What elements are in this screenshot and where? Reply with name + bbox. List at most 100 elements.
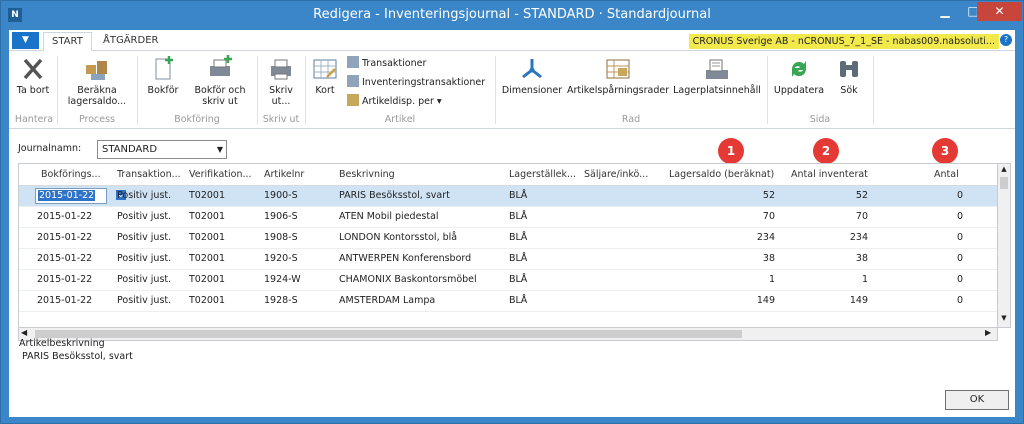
table-row[interactable]: 2015-01-22 Positiv just. T02001 1928-S A… — [19, 291, 997, 312]
card-button[interactable]: Kort — [309, 55, 341, 96]
item-availability-icon — [347, 94, 359, 106]
posting-date-value: 2015-01-22 — [38, 190, 96, 201]
print-button[interactable]: Skriv ut... — [261, 55, 301, 107]
vertical-scrollbar[interactable]: ▲ ▼ — [997, 163, 1011, 328]
scroll-left-icon[interactable]: ◀ — [21, 328, 27, 337]
dimensions-button[interactable]: Dimensioner — [499, 55, 565, 96]
find-label: Sök — [840, 85, 858, 96]
dimensions-icon — [522, 59, 542, 79]
column-header-description[interactable]: Beskrivning — [339, 169, 395, 180]
minimize-button[interactable]: ▁ — [931, 2, 959, 21]
find-button[interactable]: Sök — [831, 55, 867, 96]
column-header-document-no[interactable]: Verifikation... — [189, 169, 252, 180]
quantity-cell: 0 — [956, 232, 963, 243]
table-row[interactable]: 2015-01-22 Positiv just. T02001 1906-S A… — [19, 207, 997, 228]
qty-calculated-cell: 234 — [756, 232, 775, 243]
window: N Redigera - Inventeringsjournal - STAND… — [0, 0, 1024, 424]
qty-phys-inventory-cell: 234 — [849, 232, 868, 243]
grid-header: Bokförings... Transaktion... Verifikatio… — [19, 164, 997, 186]
title-bar: N Redigera - Inventeringsjournal - STAND… — [1, 1, 1023, 30]
item-availability-label: Artikeldisp. per — [362, 96, 434, 107]
location-cell: BLÅ — [509, 274, 528, 285]
post-button[interactable]: Bokför — [143, 55, 183, 96]
bin-contents-button[interactable]: Lagerplatsinnehåll — [671, 55, 763, 96]
posting-date-cell: 2015-01-22 — [37, 295, 93, 306]
group-label-rad: Rad — [621, 114, 641, 125]
dimensions-label: Dimensioner — [501, 85, 563, 96]
column-header-salesperson[interactable]: Säljare/inkö... — [584, 169, 648, 180]
document-no-cell: T02001 — [189, 274, 226, 285]
annotation-badge-1: 1 — [718, 138, 744, 164]
column-header-entry-type[interactable]: Transaktion... — [117, 169, 181, 180]
journal-lines-grid: Bokförings... Transaktion... Verifikatio… — [18, 163, 998, 328]
post-and-print-button[interactable]: Bokför och skriv ut — [185, 55, 255, 107]
column-header-item-no[interactable]: Artikelnr — [264, 169, 304, 180]
transactions-button[interactable]: Transaktioner — [347, 56, 426, 71]
item-description-label: Artikelbeskrivning — [19, 338, 105, 349]
location-cell: BLÅ — [509, 295, 528, 306]
post-document-icon — [155, 56, 173, 80]
column-header-qty-calculated[interactable]: Lagersaldo (beräknat) — [669, 169, 774, 180]
qty-phys-inventory-cell: 70 — [855, 211, 868, 222]
scroll-up-icon[interactable]: ▲ — [999, 165, 1009, 175]
horizontal-scrollbar[interactable]: ◀ ▶ — [18, 327, 998, 341]
close-button[interactable]: ✕ — [977, 2, 1022, 21]
quantity-cell: 0 — [956, 190, 963, 201]
table-row[interactable]: 2015-01-22 ⌄ Positiv just. T02001 1900-S … — [19, 186, 997, 207]
entry-type-cell: Positiv just. — [117, 232, 172, 243]
description-cell: ATEN Mobil piedestal — [339, 211, 439, 222]
group-label-artikel: Artikel — [384, 114, 416, 125]
column-header-qty-phys-inventory[interactable]: Antal inventerat — [791, 169, 868, 180]
qty-calculated-cell: 38 — [762, 253, 775, 264]
column-header-posting-date[interactable]: Bokförings... — [41, 169, 101, 180]
item-no-cell: 1900-S — [264, 190, 298, 201]
journal-name-filter: Journalnamn: STANDARD ▼ — [18, 140, 318, 162]
item-availability-dropdown[interactable]: Artikeldisp. per ▾ — [347, 94, 442, 109]
chevron-down-icon: ▼ — [216, 145, 223, 154]
qty-calculated-cell: 149 — [756, 295, 775, 306]
table-row[interactable]: 2015-01-22 Positiv just. T02001 1920-S A… — [19, 249, 997, 270]
card-label: Kort — [315, 85, 335, 96]
horizontal-scroll-thumb[interactable] — [35, 330, 742, 338]
refresh-button[interactable]: Uppdatera — [771, 55, 827, 96]
entry-type-cell: Positiv just. — [117, 274, 172, 285]
app-menu-button[interactable]: ▼ — [12, 32, 39, 49]
journal-name-label: Journalnamn: — [18, 143, 82, 154]
table-row[interactable]: 2015-01-22 Positiv just. T02001 1924-W C… — [19, 270, 997, 291]
inventory-boxes-icon — [86, 61, 107, 80]
inventory-transactions-button[interactable]: Inventeringstransaktioner — [347, 75, 485, 90]
document-no-cell: T02001 — [189, 295, 226, 306]
column-header-location-code[interactable]: Lagerställek... — [509, 169, 576, 180]
calculate-inventory-label: Beräkna lagersaldo... — [67, 85, 127, 107]
item-tracking-lines-button[interactable]: Artikelspårningsrader — [567, 55, 669, 96]
table-row[interactable]: 2015-01-22 Positiv just. T02001 1908-S L… — [19, 228, 997, 249]
item-description-value: PARIS Besöksstol, svart — [22, 351, 133, 362]
ok-button[interactable]: OK — [945, 390, 1009, 410]
printer-icon — [271, 59, 291, 80]
qty-calculated-cell: 70 — [762, 211, 775, 222]
group-label-hantera: Hantera — [14, 114, 54, 125]
tab-start[interactable]: START — [43, 32, 92, 52]
entry-type-cell: Positiv just. — [117, 190, 172, 201]
location-cell: BLÅ — [509, 190, 528, 201]
column-header-quantity[interactable]: Antal — [934, 169, 959, 180]
company-badge: CRONUS Sverige AB - nCRONUS_7_1_SE - nab… — [688, 34, 999, 49]
posting-date-cell: 2015-01-22 — [37, 232, 93, 243]
location-cell: BLÅ — [509, 253, 528, 264]
journal-name-select[interactable]: STANDARD ▼ — [97, 140, 227, 159]
post-print-icon — [210, 55, 232, 76]
calculate-inventory-button[interactable]: Beräkna lagersaldo... — [61, 55, 133, 107]
refresh-icon — [791, 61, 807, 77]
scroll-down-icon[interactable]: ▼ — [999, 314, 1009, 324]
document-no-cell: T02001 — [189, 211, 226, 222]
document-no-cell: T02001 — [189, 190, 226, 201]
tab-atgarder[interactable]: ÅTGÄRDER — [95, 32, 166, 52]
chevron-down-icon: ▾ — [433, 96, 442, 107]
vertical-scroll-thumb[interactable] — [1000, 177, 1008, 189]
delete-button[interactable]: Ta bort — [13, 55, 53, 96]
quantity-cell: 0 — [956, 295, 963, 306]
help-icon[interactable]: ? — [1000, 34, 1012, 46]
scroll-right-icon[interactable]: ▶ — [985, 328, 991, 337]
posting-date-cell: 2015-01-22 — [37, 211, 93, 222]
posting-date-input[interactable]: 2015-01-22 ⌄ — [35, 188, 126, 204]
